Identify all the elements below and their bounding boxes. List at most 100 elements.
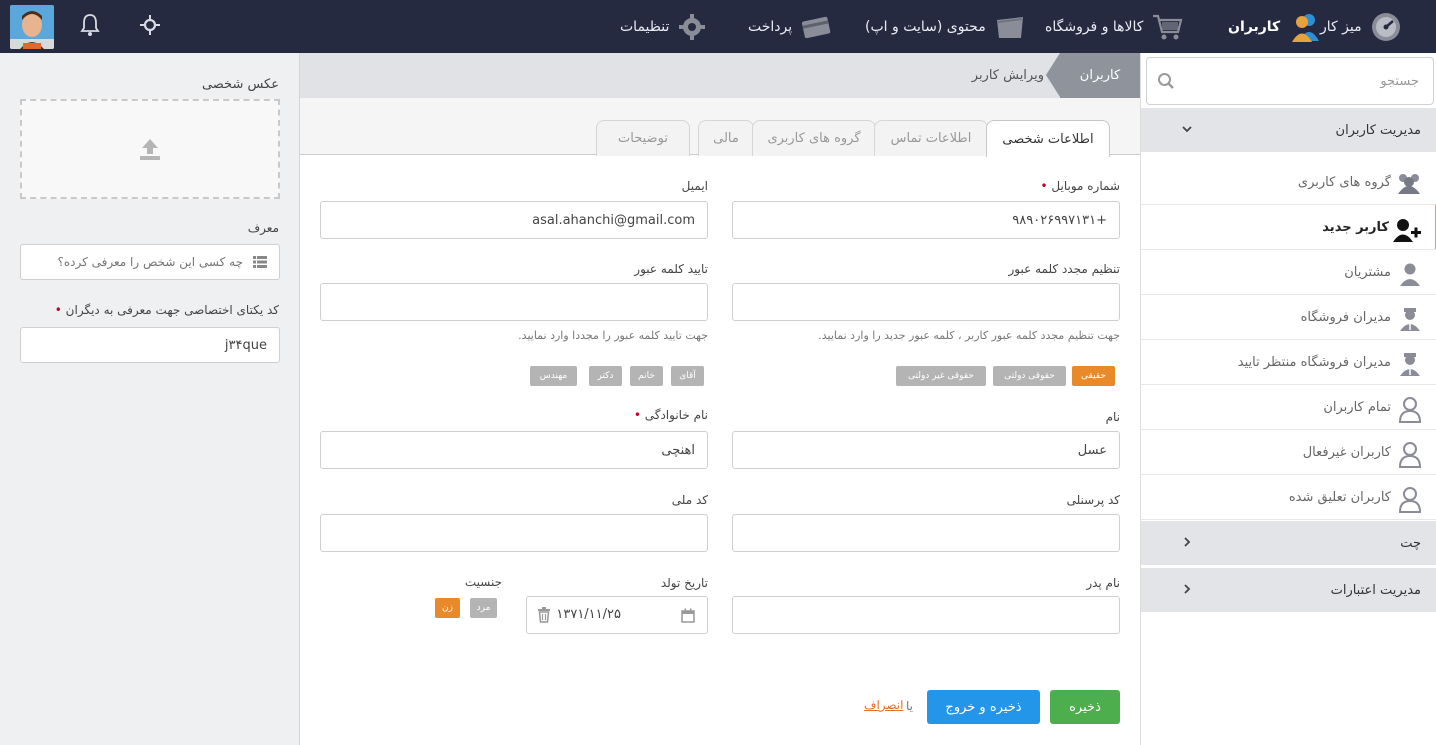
nav-label: کاربران — [1228, 18, 1281, 35]
title-dr[interactable]: دکتر — [589, 366, 622, 386]
sidebar-item-label: مشتریان — [1344, 264, 1391, 280]
national-code-field[interactable] — [320, 514, 708, 552]
nav-label: پرداخت — [748, 18, 793, 35]
sidebar-item-label: مدیران فروشگاه منتظر تایید — [1237, 354, 1391, 370]
personnel-code-field[interactable] — [732, 514, 1120, 552]
sidebar-item-label: کاربر جدید — [1322, 219, 1389, 235]
person-type-real[interactable]: حقیقی — [1072, 366, 1115, 386]
breadcrumb: کاربران ویرایش کاربر — [300, 53, 1140, 98]
title-mrs[interactable]: خانم — [630, 366, 663, 386]
first-name-label: نام — [1105, 410, 1120, 424]
bell-icon[interactable] — [80, 13, 100, 41]
breadcrumb-arrow — [1046, 53, 1060, 97]
section-credit-management[interactable]: مدیریت اعتبارات — [1141, 568, 1436, 612]
sidebar-item-suspended-users[interactable]: کاربران تعلیق شده — [1141, 475, 1436, 520]
calendar-icon[interactable] — [681, 608, 695, 623]
chevron-down-icon — [1182, 126, 1192, 133]
sidebar-item-all-users[interactable]: تمام کاربران — [1141, 385, 1436, 430]
gender-label: جنسیت — [464, 575, 502, 589]
confirm-password-label: تایید کلمه عبور — [634, 262, 708, 276]
section-users-management[interactable]: مدیریت کاربران — [1141, 108, 1436, 152]
reset-password-field[interactable] — [732, 283, 1120, 321]
trash-icon[interactable] — [537, 607, 551, 623]
list-icon — [253, 256, 267, 268]
photo-label: عکس شخصی — [201, 77, 279, 92]
confirm-password-help: جهت تایید کلمه عبور را مجددا وارد نمایید… — [518, 329, 708, 342]
chevron-left-icon — [1184, 537, 1191, 547]
search-input[interactable] — [1177, 58, 1425, 104]
sidebar-item-pending-managers[interactable]: مدیران فروشگاه منتظر تایید — [1141, 340, 1436, 385]
referrer-label: معرف — [247, 221, 279, 235]
user-icon — [1400, 263, 1420, 286]
ref-code-field[interactable] — [20, 327, 280, 363]
user-add-icon — [1393, 219, 1421, 242]
nav-products[interactable]: کالاها و فروشگاه — [1045, 0, 1183, 53]
birth-date-label: تاریخ تولد — [660, 576, 708, 590]
tab-user-groups[interactable]: گروه های کاربری — [752, 120, 876, 156]
sidebar-item-label: مدیران فروشگاه — [1300, 309, 1391, 325]
sidebar-item-inactive-users[interactable]: کاربران غیرفعال — [1141, 430, 1436, 475]
email-field[interactable] — [320, 201, 708, 239]
section-title: مدیریت اعتبارات — [1330, 582, 1421, 598]
section-title: مدیریت کاربران — [1335, 122, 1421, 138]
sidebar: مدیریت کاربران گروه های کاربری کاربر جدی… — [1140, 53, 1436, 745]
user-outline-icon — [1398, 397, 1422, 423]
sidebar-item-store-managers[interactable]: مدیران فروشگاه — [1141, 295, 1436, 340]
national-code-label: کد ملی — [671, 493, 708, 507]
tab-personal-info[interactable]: اطلاعات شخصی — [986, 120, 1110, 157]
crosshair-icon[interactable] — [140, 13, 160, 41]
last-name-field[interactable] — [320, 431, 708, 469]
first-name-field[interactable] — [732, 431, 1120, 469]
photo-upload-box[interactable] — [20, 99, 280, 199]
birth-date-field[interactable]: ۱۳۷۱/۱۱/۲۵ — [526, 596, 708, 634]
chevron-left-icon — [1184, 584, 1191, 594]
gender-male[interactable]: مرد — [470, 598, 497, 618]
mobile-label: شماره موبایل • — [1040, 179, 1120, 193]
reset-password-label: تنظیم مجدد کلمه عبور — [1008, 262, 1120, 276]
father-name-field[interactable] — [732, 596, 1120, 634]
save-button[interactable]: ذخیره — [1050, 690, 1120, 724]
father-name-label: نام پدر — [1086, 576, 1120, 590]
nav-content[interactable]: محتوی (سایت و اپ) — [865, 0, 1026, 53]
title-mr[interactable]: آقای — [671, 366, 704, 386]
sidebar-item-customers[interactable]: مشتریان — [1141, 250, 1436, 295]
dashboard-icon — [1371, 12, 1400, 41]
sidebar-item-label: گروه های کاربری — [1297, 174, 1391, 190]
person-type-nongovt[interactable]: حقوقی غیر دولتی — [896, 366, 986, 386]
nav-label: میز کار — [1320, 18, 1362, 35]
confirm-password-field[interactable] — [320, 283, 708, 321]
title-eng[interactable]: مهندس — [530, 366, 577, 386]
sidebar-item-label: کاربران تعلیق شده — [1288, 489, 1391, 505]
person-type-govt[interactable]: حقوقی دولتی — [993, 366, 1066, 386]
nav-payment[interactable]: پرداخت — [748, 0, 832, 53]
referrer-box — [20, 244, 280, 280]
mobile-field[interactable] — [732, 201, 1120, 239]
search-icon[interactable] — [1157, 72, 1175, 90]
save-exit-button[interactable]: ذخیره و خروج — [927, 690, 1040, 724]
user-group-icon — [1398, 174, 1420, 194]
ref-code-label: کد یکتای اختصاصی جهت معرفی به دیگران • — [54, 303, 279, 317]
sidebar-item-user-groups[interactable]: گروه های کاربری — [1141, 160, 1436, 205]
tab-description[interactable]: توضیحات — [596, 120, 690, 156]
user-avatar[interactable] — [10, 5, 54, 49]
sidebar-item-new-user[interactable]: کاربر جدید — [1141, 205, 1436, 250]
main-content: کاربران ویرایش کاربر توضیحات مالی گروه ه… — [300, 53, 1140, 745]
nav-dashboard[interactable]: میز کار — [1320, 0, 1402, 53]
referrer-field[interactable] — [21, 245, 249, 279]
search-box — [1146, 57, 1434, 105]
user-manager-icon — [1400, 353, 1420, 376]
tab-contact-info[interactable]: اطلاعات تماس — [874, 120, 988, 156]
section-chat[interactable]: چت — [1141, 521, 1436, 565]
nav-label: تنظیمات — [620, 18, 670, 35]
user-manager-icon — [1400, 308, 1420, 331]
nav-label: محتوی (سایت و اپ) — [865, 18, 986, 35]
breadcrumb-root[interactable]: کاربران — [1060, 53, 1140, 98]
user-outline-icon — [1398, 442, 1422, 468]
nav-settings[interactable]: تنظیمات — [620, 0, 707, 53]
last-name-label: نام خانوادگی • — [633, 408, 708, 422]
gender-female[interactable]: زن — [435, 598, 460, 618]
nav-users[interactable]: کاربران — [1228, 0, 1322, 53]
cancel-link[interactable]: انصراف — [864, 698, 903, 712]
sidebar-item-label: تمام کاربران — [1323, 399, 1391, 415]
tab-financial[interactable]: مالی — [698, 120, 754, 156]
